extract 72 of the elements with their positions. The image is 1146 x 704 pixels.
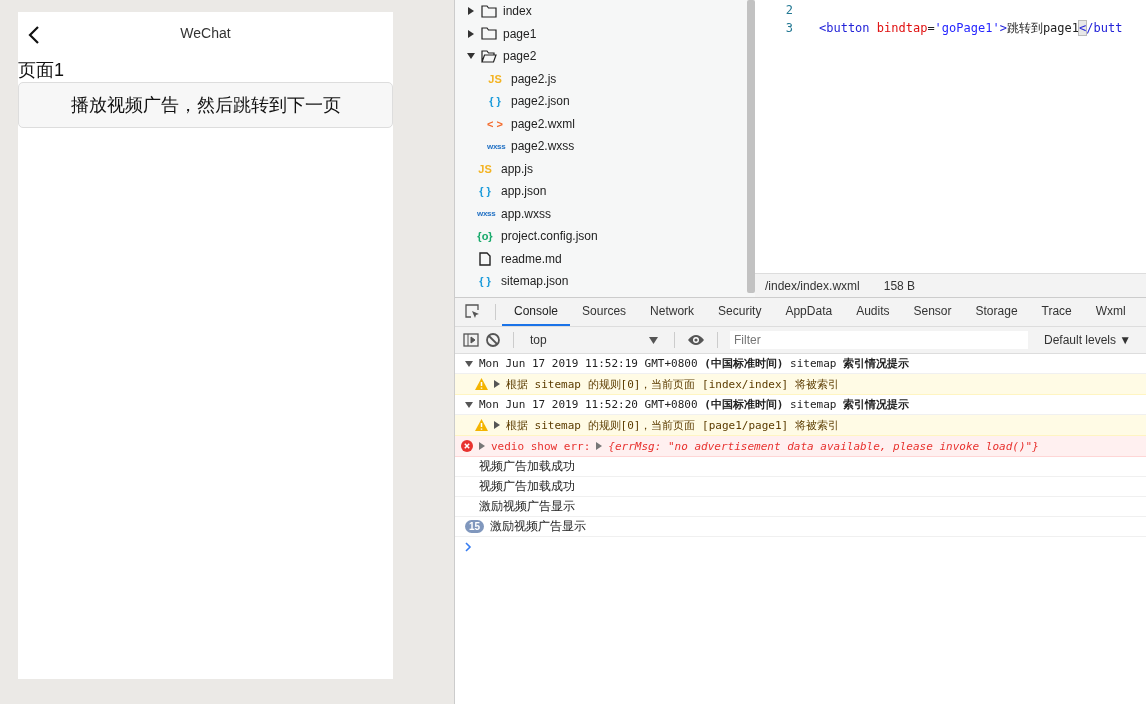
folder-item[interactable]: page1 [455,22,747,45]
eye-icon[interactable] [687,334,705,346]
file-item[interactable]: wxss page2.wxss [455,135,747,158]
error-object: {errMsg: "no advertisement data available, please invoke load()"} [608,439,1039,453]
levels-dropdown[interactable]: Default levels ▼ [1038,332,1138,348]
play-ad-button[interactable]: 播放视频广告，然后跳转到下一页 [18,82,393,128]
folder-icon [481,4,497,18]
file-size: 158 B [883,278,916,293]
line-number: 3 [784,21,793,35]
caret-right-icon[interactable] [494,421,500,429]
warning-icon [475,378,488,390]
file-type-icon: { } [477,275,493,288]
devtools-tab[interactable]: Audits [844,298,902,326]
file-item[interactable]: { } sitemap.json [455,270,747,293]
devtools-tab[interactable]: Sensor [901,298,964,326]
filter-field[interactable]: Filter [730,331,1028,349]
devtools-tab[interactable]: Storage [963,298,1030,326]
file-item[interactable]: JS page2.js [455,67,747,90]
devtools-tab[interactable]: Security [706,298,774,326]
devtools-tab[interactable]: Wxml [1083,298,1138,326]
repeat-count: 15 [465,520,485,533]
devtools-tab[interactable]: AppData [773,298,845,326]
devtools-tab[interactable]: Sources [570,298,639,326]
context-select[interactable]: top [526,333,662,347]
file-item[interactable]: < > page2.wxml [455,112,747,135]
page-heading: 页面1 [18,59,65,82]
file-type-icon: { } [487,95,503,108]
nav-title: WeChat [180,25,231,41]
log-message: 视频广告加载成功 [478,458,575,475]
clear-icon[interactable] [485,332,501,348]
file-type-icon: JS [477,162,493,175]
folder-item[interactable]: page2 [455,45,747,68]
log-message: 激励视频广告显示 [478,498,575,515]
log-message: 激励视频广告显示 [490,518,587,535]
document-icon [479,251,491,266]
file-type-icon: {o} [477,230,493,243]
group-header: Mon Jun 17 2019 11:52:20 GMT+0800 (中国标准时间) sitemap 索引情况提示 [479,397,910,412]
warning-text: 根据 sitemap 的规则[0]，当前页面 [page1/page1] 将被索引 [506,417,839,433]
inspect-icon[interactable] [465,304,481,320]
scrollbar[interactable] [747,0,755,293]
log-message: 视频广告加载成功 [478,478,575,495]
code-line: <button bindtap='goPage1'>跳转到page1</butt [819,19,1123,37]
warning-icon [475,419,488,431]
sidebar-toggle-icon[interactable] [463,333,479,347]
file-item[interactable]: JS app.js [455,157,747,180]
devtools-tab[interactable]: Trace [1029,298,1084,326]
file-type-icon: < > [487,117,503,130]
devtools-tab[interactable]: Network [638,298,707,326]
file-path: /index/index.wxml [765,278,860,293]
caret-down-icon[interactable] [465,359,473,368]
back-icon[interactable] [28,25,40,45]
folder-icon [481,27,497,41]
file-item[interactable]: readme.md [455,247,747,270]
folder-icon [481,49,497,63]
caret-right-icon[interactable] [479,442,485,450]
caret-right-icon[interactable] [596,442,603,450]
warning-text: 根据 sitemap 的规则[0]，当前页面 [index/index] 将被索引 [506,376,839,392]
caret-right-icon[interactable] [494,380,500,388]
dropdown-icon [649,336,658,344]
group-header: Mon Jun 17 2019 11:52:19 GMT+0800 (中国标准时间) sitemap 索引情况提示 [479,356,910,371]
error-label: vedio show err: [491,439,591,453]
line-number: 2 [784,3,793,17]
file-item[interactable]: {o} project.config.json [455,225,747,248]
file-item[interactable]: { } page2.json [455,90,747,113]
file-item[interactable]: wxss app.wxss [455,202,747,225]
folder-item[interactable]: index [455,0,747,23]
prompt-icon[interactable] [465,541,472,552]
error-icon [461,440,473,452]
file-item[interactable]: { } app.json [455,180,747,203]
file-type-icon: JS [487,72,503,85]
caret-down-icon[interactable] [465,400,473,409]
file-type-icon: { } [477,185,493,198]
